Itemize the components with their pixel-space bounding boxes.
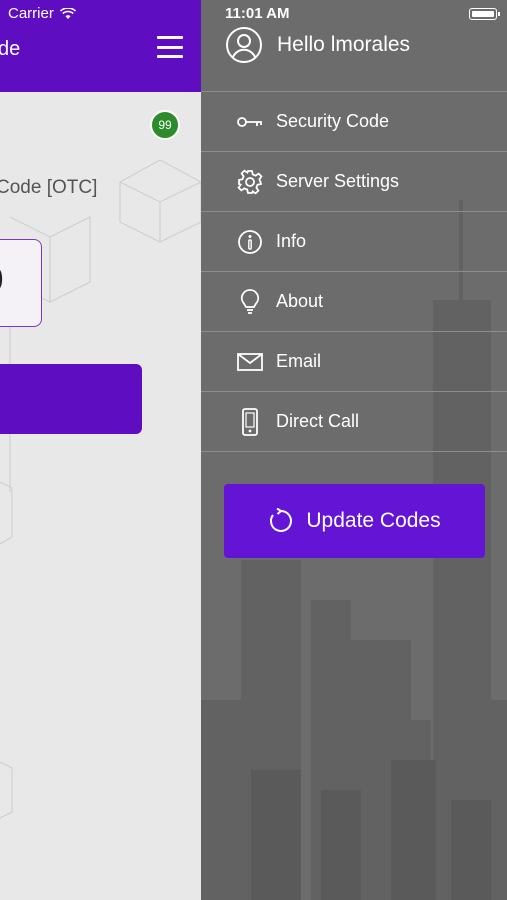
phone-icon [236, 407, 264, 436]
drawer-menu: Security Code Server Settings Info About… [201, 91, 507, 452]
user-header: Hello lmorales [225, 26, 410, 64]
user-greeting: Hello lmorales [277, 33, 411, 56]
key-icon [236, 108, 264, 136]
user-circle-icon [226, 27, 262, 63]
lightbulb-icon [236, 288, 264, 316]
menu-item-server-settings[interactable]: Server Settings [201, 152, 507, 212]
info-icon [236, 228, 264, 256]
menu-item-label: Email [276, 351, 322, 371]
update-codes-label: Update Codes [306, 509, 441, 532]
notification-badge[interactable]: 99 [150, 110, 180, 140]
menu-item-label: Security Code [276, 111, 390, 131]
menu-item-email[interactable]: Email [201, 332, 507, 392]
carrier-label: Carrier [8, 5, 54, 22]
status-time: 11:01 AM [225, 5, 290, 22]
envelope-icon [236, 348, 264, 376]
menu-item-label: Info [276, 231, 307, 251]
menu-item-label: About [276, 291, 324, 311]
refresh-icon [270, 508, 293, 532]
hamburger-icon[interactable] [157, 34, 183, 60]
status-bar-left: Carrier [8, 5, 76, 22]
wifi-icon [59, 7, 76, 19]
menu-item-label: Server Settings [276, 171, 400, 191]
otc-code-box [0, 239, 42, 327]
main-panel: Carrier de 99 Code [OTC] 0 [0, 0, 201, 900]
page-title: de [0, 38, 21, 60]
otc-code-value: 0 [0, 263, 4, 298]
main-action-button[interactable] [0, 364, 142, 434]
battery-icon [469, 8, 500, 20]
menu-item-info[interactable]: Info [201, 212, 507, 272]
menu-item-security-code[interactable]: Security Code [201, 92, 507, 152]
side-drawer: 11:01 AM Hello lmorales Security Code Se… [201, 0, 507, 900]
update-codes-button[interactable]: Update Codes [224, 484, 485, 558]
menu-item-direct-call[interactable]: Direct Call [201, 392, 507, 452]
main-header: Carrier de [0, 0, 201, 92]
menu-item-label: Direct Call [276, 411, 360, 431]
gear-icon [236, 168, 264, 196]
otc-code-label: Code [OTC] [0, 177, 98, 198]
background-cubes-decoration [0, 159, 201, 819]
menu-item-about[interactable]: About [201, 272, 507, 332]
